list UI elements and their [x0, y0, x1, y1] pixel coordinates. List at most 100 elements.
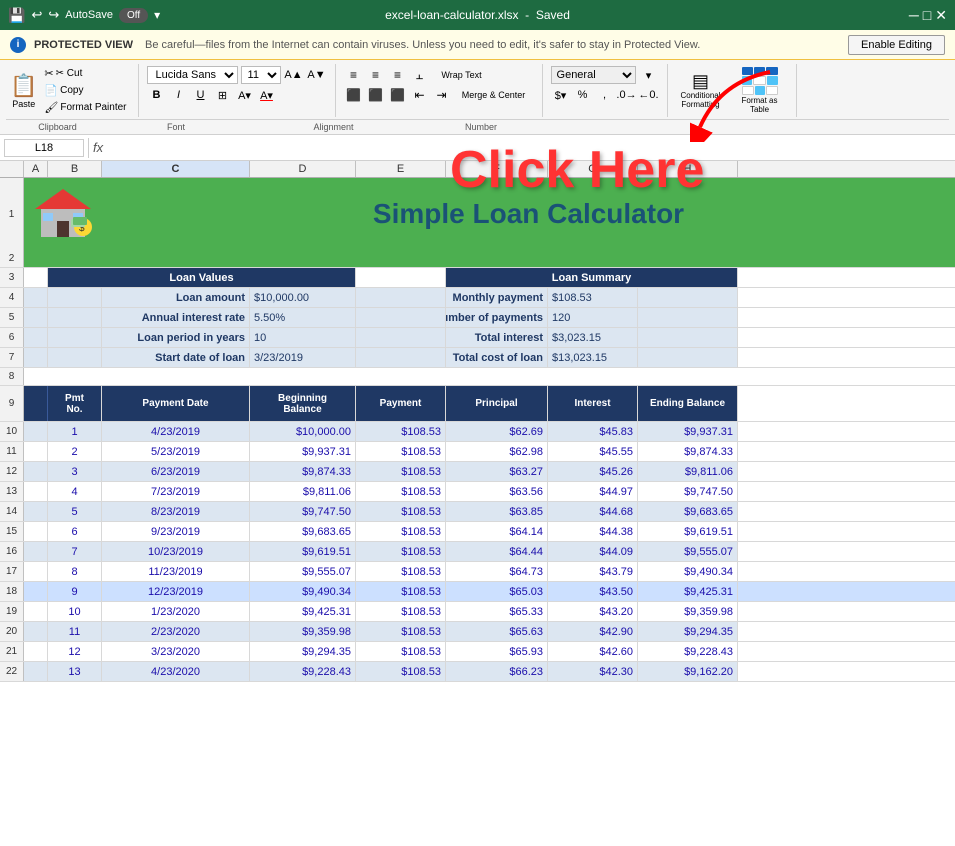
data-cell-19-1[interactable]: 10: [48, 602, 102, 621]
data-cell-12-5[interactable]: $63.27: [446, 462, 548, 481]
paste-button[interactable]: 📋 Paste: [10, 73, 37, 109]
col-header-h[interactable]: H: [638, 161, 738, 177]
start-date-value[interactable]: 3/23/2019: [250, 348, 356, 367]
data-cell-20-0[interactable]: [24, 622, 48, 641]
data-cell-11-3[interactable]: $9,937.31: [250, 442, 356, 461]
data-cell-14-5[interactable]: $63.85: [446, 502, 548, 521]
format-as-table-button[interactable]: Format as Table: [732, 67, 788, 115]
data-cell-17-7[interactable]: $9,490.34: [638, 562, 738, 581]
data-cell-16-4[interactable]: $108.53: [356, 542, 446, 561]
tbl-hdr-interest[interactable]: Interest: [548, 386, 638, 421]
tbl-hdr-payment[interactable]: Payment: [356, 386, 446, 421]
data-cell-10-7[interactable]: $9,937.31: [638, 422, 738, 441]
data-cell-15-6[interactable]: $44.38: [548, 522, 638, 541]
cell-7a[interactable]: [24, 348, 48, 367]
data-cell-14-3[interactable]: $9,747.50: [250, 502, 356, 521]
align-left-button[interactable]: ⬛: [344, 86, 364, 104]
data-cell-10-0[interactable]: [24, 422, 48, 441]
data-cell-16-5[interactable]: $64.44: [446, 542, 548, 561]
align-center-button[interactable]: ⬛: [366, 86, 386, 104]
data-cell-21-3[interactable]: $9,294.35: [250, 642, 356, 661]
data-cell-18-4[interactable]: $108.53: [356, 582, 446, 601]
data-cell-18-5[interactable]: $65.03: [446, 582, 548, 601]
data-cell-11-2[interactable]: 5/23/2019: [102, 442, 250, 461]
cell-6b[interactable]: [48, 328, 102, 347]
data-cell-11-1[interactable]: 2: [48, 442, 102, 461]
loan-summary-header[interactable]: Loan Summary: [446, 268, 738, 287]
data-cell-21-2[interactable]: 3/23/2020: [102, 642, 250, 661]
cell-7h[interactable]: [638, 348, 738, 367]
data-cell-14-1[interactable]: 5: [48, 502, 102, 521]
data-cell-19-4[interactable]: $108.53: [356, 602, 446, 621]
tbl-hdr-payment-date[interactable]: Payment Date: [102, 386, 250, 421]
cell-5e[interactable]: [356, 308, 446, 327]
data-cell-12-7[interactable]: $9,811.06: [638, 462, 738, 481]
col-header-c[interactable]: C: [102, 161, 250, 177]
number-format-expand[interactable]: ▾: [639, 66, 659, 84]
data-cell-20-6[interactable]: $42.90: [548, 622, 638, 641]
wrap-text-button[interactable]: Wrap Text: [432, 66, 492, 84]
col-header-d[interactable]: D: [250, 161, 356, 177]
name-box[interactable]: [4, 139, 84, 157]
data-cell-13-4[interactable]: $108.53: [356, 482, 446, 501]
data-cell-15-1[interactable]: 6: [48, 522, 102, 541]
data-cell-10-3[interactable]: $10,000.00: [250, 422, 356, 441]
data-cell-16-1[interactable]: 7: [48, 542, 102, 561]
save-icon[interactable]: 💾: [8, 7, 25, 24]
data-cell-11-6[interactable]: $45.55: [548, 442, 638, 461]
data-cell-22-3[interactable]: $9,228.43: [250, 662, 356, 681]
format-painter-button[interactable]: 🖌 Format Painter: [41, 100, 129, 115]
row-8-cells[interactable]: [24, 368, 955, 385]
orientation-button[interactable]: ⫠: [410, 66, 430, 84]
data-cell-10-4[interactable]: $108.53: [356, 422, 446, 441]
data-cell-15-0[interactable]: [24, 522, 48, 541]
cell-4h[interactable]: [638, 288, 738, 307]
cell-6a[interactable]: [24, 328, 48, 347]
data-cell-13-2[interactable]: 7/23/2019: [102, 482, 250, 501]
data-cell-14-7[interactable]: $9,683.65: [638, 502, 738, 521]
total-cost-label[interactable]: Total cost of loan: [446, 348, 548, 367]
fill-color-button[interactable]: A▾: [235, 86, 255, 104]
dollar-button[interactable]: $▾: [551, 86, 571, 104]
num-payments-value[interactable]: 120: [548, 308, 638, 327]
decrease-font-button[interactable]: A▼: [307, 66, 327, 84]
data-cell-13-7[interactable]: $9,747.50: [638, 482, 738, 501]
data-cell-16-2[interactable]: 10/23/2019: [102, 542, 250, 561]
data-cell-13-5[interactable]: $63.56: [446, 482, 548, 501]
data-cell-22-2[interactable]: 4/23/2020: [102, 662, 250, 681]
data-cell-10-6[interactable]: $45.83: [548, 422, 638, 441]
total-interest-label[interactable]: Total interest: [446, 328, 548, 347]
start-date-label[interactable]: Start date of loan: [102, 348, 250, 367]
align-right-button[interactable]: ⬛: [388, 86, 408, 104]
interest-rate-label[interactable]: Annual interest rate: [102, 308, 250, 327]
data-cell-16-6[interactable]: $44.09: [548, 542, 638, 561]
conditional-formatting-button[interactable]: ▤ Conditional Formatting: [676, 71, 726, 110]
data-cell-20-2[interactable]: 2/23/2020: [102, 622, 250, 641]
data-cell-22-7[interactable]: $9,162.20: [638, 662, 738, 681]
border-button[interactable]: ⊞: [213, 86, 233, 104]
increase-indent-button[interactable]: ⇥: [432, 86, 452, 104]
data-cell-12-0[interactable]: [24, 462, 48, 481]
data-cell-10-2[interactable]: 4/23/2019: [102, 422, 250, 441]
row-2-cell[interactable]: [24, 250, 955, 267]
data-cell-17-6[interactable]: $43.79: [548, 562, 638, 581]
data-cell-18-6[interactable]: $43.50: [548, 582, 638, 601]
undo-icon[interactable]: ↩: [31, 7, 42, 23]
decrease-indent-button[interactable]: ⇤: [410, 86, 430, 104]
underline-button[interactable]: U: [191, 86, 211, 104]
data-cell-19-5[interactable]: $65.33: [446, 602, 548, 621]
data-cell-15-4[interactable]: $108.53: [356, 522, 446, 541]
loan-amount-value[interactable]: $10,000.00: [250, 288, 356, 307]
decrease-decimal-button[interactable]: .0→: [617, 86, 637, 104]
formula-input[interactable]: [107, 142, 951, 154]
data-cell-15-7[interactable]: $9,619.51: [638, 522, 738, 541]
cell-7e[interactable]: [356, 348, 446, 367]
data-cell-21-1[interactable]: 12: [48, 642, 102, 661]
data-cell-20-1[interactable]: 11: [48, 622, 102, 641]
minimize-icon[interactable]: ─: [909, 7, 919, 23]
data-cell-11-4[interactable]: $108.53: [356, 442, 446, 461]
data-cell-21-0[interactable]: [24, 642, 48, 661]
data-cell-14-6[interactable]: $44.68: [548, 502, 638, 521]
data-cell-13-6[interactable]: $44.97: [548, 482, 638, 501]
data-cell-20-7[interactable]: $9,294.35: [638, 622, 738, 641]
